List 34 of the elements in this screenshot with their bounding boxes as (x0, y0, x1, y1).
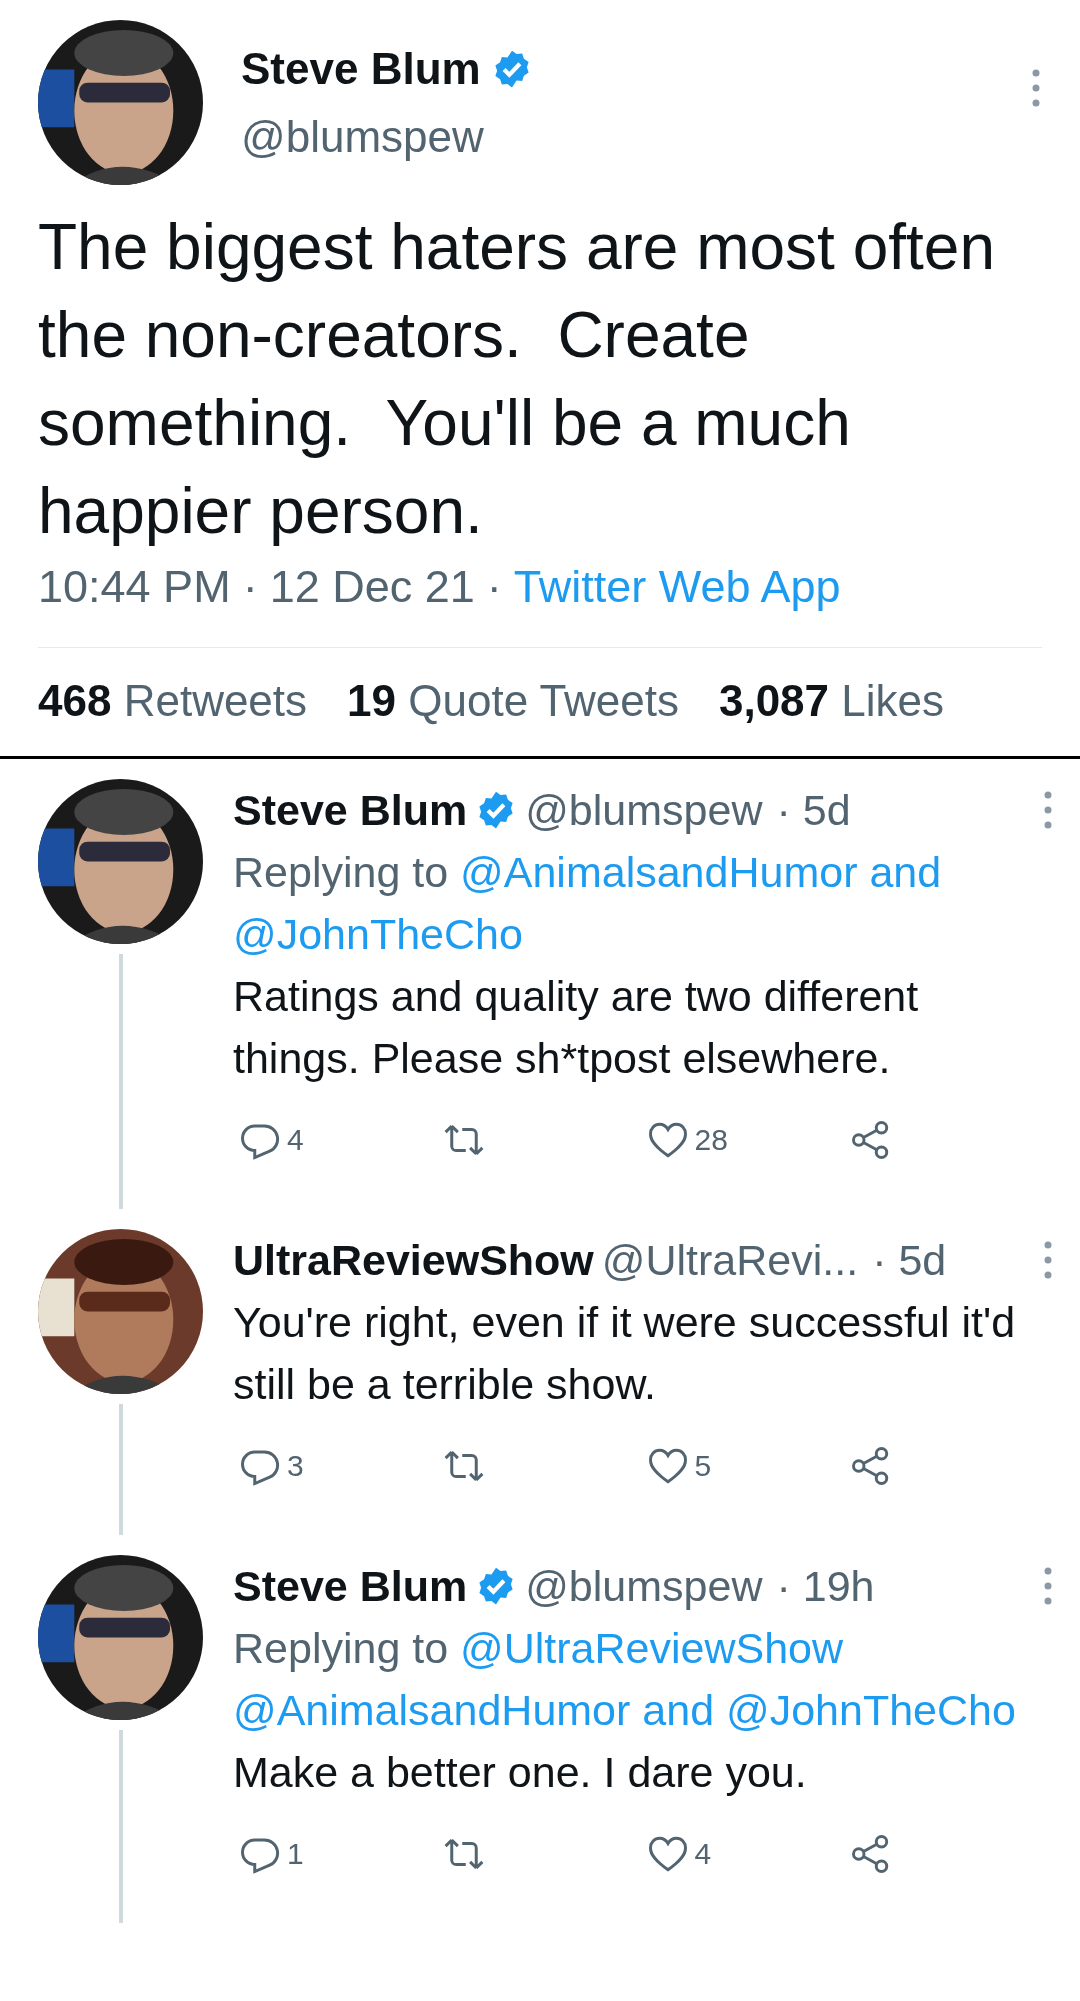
reply-age: · 5d (776, 785, 851, 835)
replying-to-label: Replying to (233, 848, 449, 896)
separator-dot: · (242, 561, 258, 613)
reply-text: Ratings and quality are two different things. Please sh*tpost elsewhere. (233, 971, 920, 1084)
reply-author-name[interactable]: UltraReviewShow (233, 1235, 594, 1285)
action-count: 1 (287, 1837, 304, 1871)
stat-text[interactable]: 3,087 Likes (718, 676, 944, 726)
tweet-text: The biggest haters are most often the non-creators. Create something. You'll be a much happier person. (38, 210, 996, 549)
author-name[interactable]: Steve Blum (241, 43, 481, 94)
tweet-time: 10:44 PM (38, 561, 231, 613)
replying-to-label: Replying to (233, 1624, 449, 1672)
reply-handle[interactable]: @UltraRevi... (601, 1235, 859, 1285)
reply-handle[interactable]: @blumspew (525, 785, 763, 835)
reply-author-name[interactable]: Steve Blum (233, 1561, 468, 1611)
stat-text[interactable]: 19 Quote Tweets (347, 676, 679, 726)
reply-age: · 5d (872, 1235, 947, 1285)
action-count: 4 (287, 1123, 304, 1157)
reply-age: · 19h (776, 1561, 875, 1611)
tweet-date: 12 Dec 21 (269, 561, 475, 613)
reply-text: Make a better one. I dare you. (233, 1747, 808, 1798)
stat-text[interactable]: 468 Retweets (38, 676, 308, 726)
action-count: 28 (694, 1123, 728, 1157)
reply-author-name[interactable]: Steve Blum (233, 785, 468, 835)
more-icon[interactable] (1042, 790, 1054, 830)
reply-text: You're right, even if it were successful it'd still be a terrible show. (233, 1297, 1017, 1410)
more-icon[interactable] (1042, 1240, 1054, 1280)
action-count: 5 (694, 1449, 712, 1483)
reply-handle[interactable]: @blumspew (525, 1561, 763, 1611)
author-handle[interactable]: @blumspew (241, 111, 992, 162)
action-count: 4 (694, 1837, 712, 1871)
separator-dot: · (486, 561, 502, 613)
action-count: 3 (287, 1449, 304, 1483)
more-icon[interactable] (1030, 68, 1042, 108)
more-icon[interactable] (1042, 1566, 1054, 1606)
